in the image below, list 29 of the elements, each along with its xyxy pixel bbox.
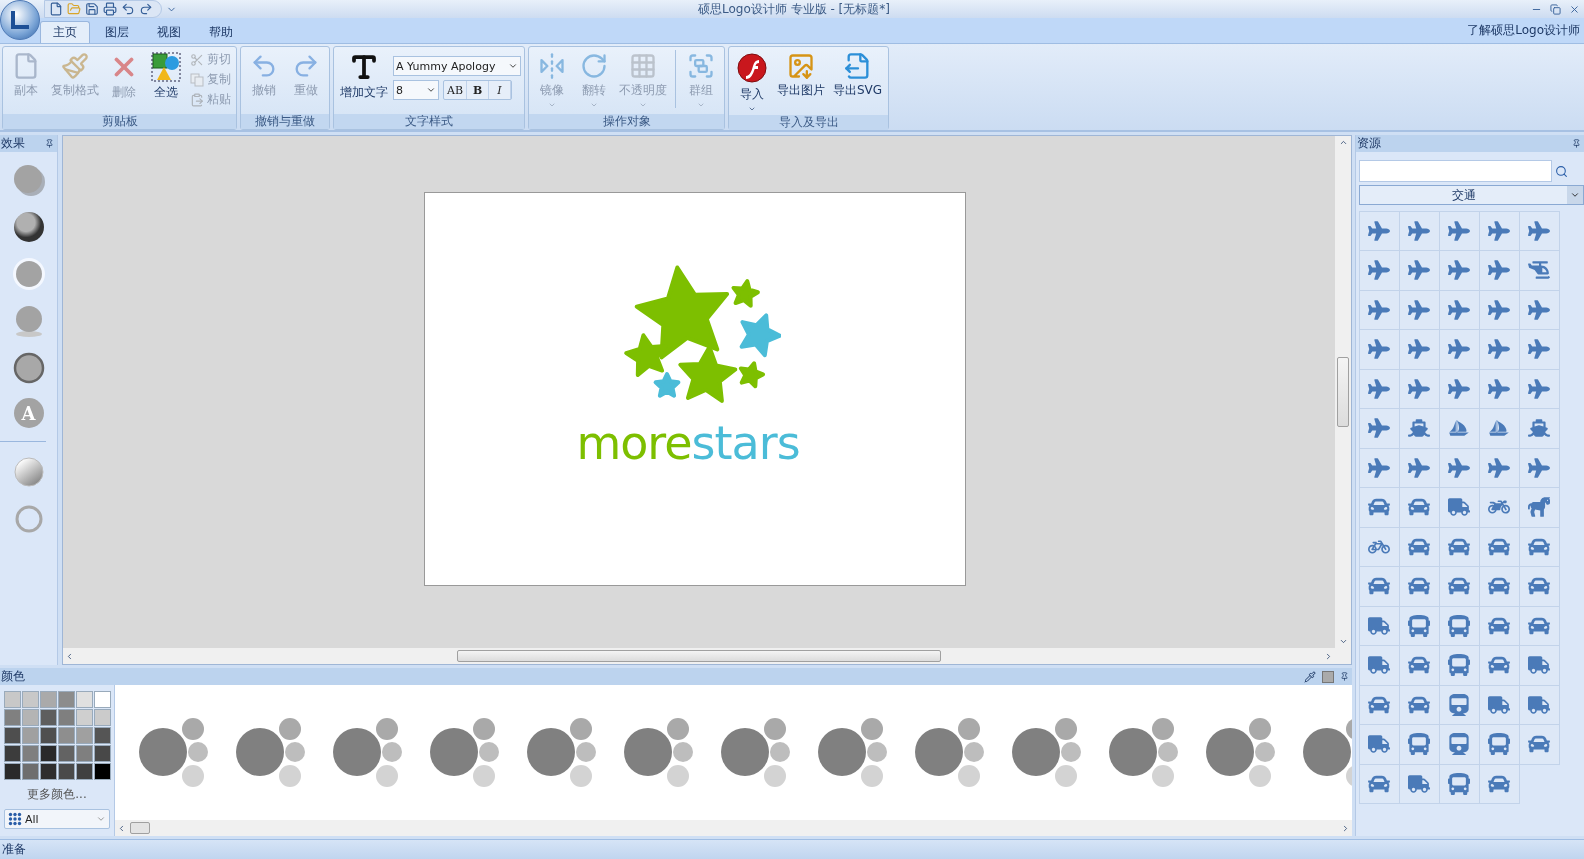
panel-title: 资源 [1357,135,1381,152]
group-label: 文字样式 [334,114,524,129]
ribbon-button[interactable]: 全选 [146,50,186,103]
panel-title: 效果 [1,135,25,152]
more-colors-link[interactable]: 更多颜色... [27,786,87,803]
logo-wordmark: morestars [576,418,800,468]
ribbon-button[interactable]: 增加文字 [337,50,391,103]
group-label: 撤销与重做 [241,114,329,129]
italic-button[interactable]: I [489,81,512,99]
menu-tab[interactable]: 图层 [92,21,142,43]
spacing-button[interactable]: AB [444,81,468,99]
group-label: 操作对象 [529,114,724,129]
status-text: 准备 [2,841,26,858]
group-label: 剪贴板 [3,114,236,129]
filter-select[interactable]: All [4,809,110,829]
font-select[interactable]: A Yummy Apology [393,56,521,76]
category-select[interactable]: 交通 [1359,185,1584,205]
menu-tab[interactable]: 视图 [144,21,194,43]
size-select[interactable]: 8 [393,80,439,100]
ribbon-button[interactable]: 导出图片 [774,50,828,101]
menu-tab[interactable]: 帮助 [196,21,246,43]
ribbon-button[interactable]: 导入 [732,50,772,115]
bold-button[interactable]: B [467,81,490,99]
group-label: 导入及导出 [729,115,889,130]
window-title: 硕思Logo设计师 专业版 - [无标题*] [697,0,891,18]
menu-tab[interactable]: 主页 [40,21,90,43]
panel-title: 颜色 [1,668,25,685]
ribbon-button[interactable]: 导出SVG [830,50,886,101]
help-link[interactable]: 了解硕思Logo设计师 [1467,22,1584,39]
